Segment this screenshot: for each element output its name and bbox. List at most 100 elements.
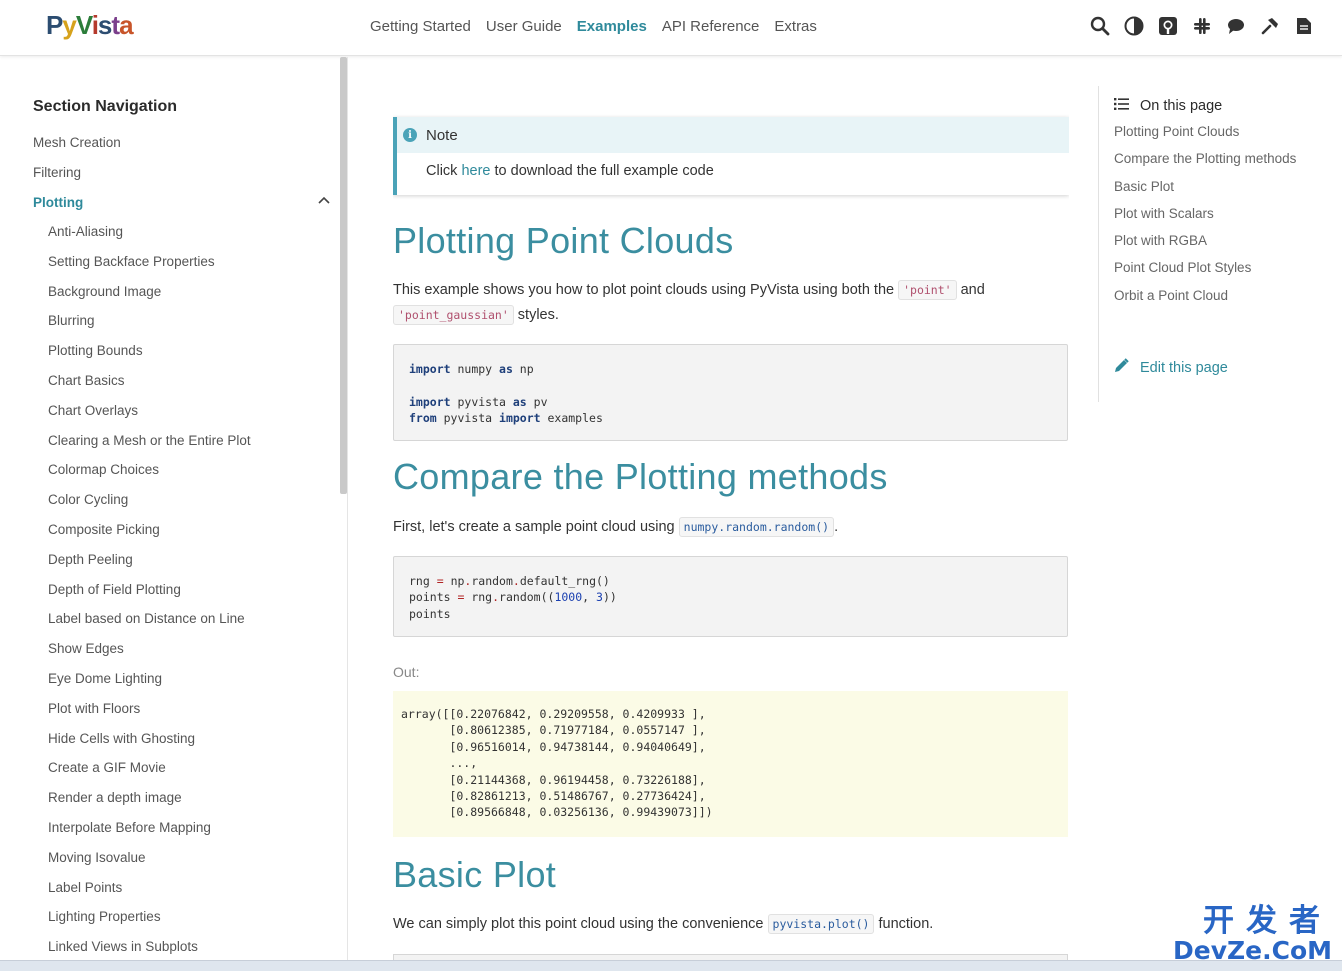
section-navigation: Section Navigation Mesh Creation Filteri…	[0, 57, 348, 971]
edit-this-page-link[interactable]: Edit this page	[1114, 358, 1228, 377]
code-text: ,	[582, 590, 596, 605]
output-line: [0.80612385, 0.71977184, 0.0557147 ],	[401, 723, 706, 738]
output-label: Out:	[393, 664, 420, 680]
nav-examples[interactable]: Examples	[577, 18, 647, 35]
toc-item-orbit-point-cloud[interactable]: Orbit a Point Cloud	[1114, 288, 1296, 315]
sidebar-scrollbar[interactable]	[340, 57, 347, 494]
heading-plotting-point-clouds: Plotting Point Clouds	[393, 220, 734, 261]
os-taskbar	[0, 960, 1342, 971]
sidebar-subitem[interactable]: Eye Dome Lighting	[48, 671, 333, 701]
logo-letter: s	[97, 10, 113, 40]
list-icon	[1114, 98, 1129, 114]
nav-user-guide[interactable]: User Guide	[486, 18, 562, 35]
sidebar-subitem[interactable]: Setting Backface Properties	[48, 254, 333, 284]
note-text-before: Click	[426, 163, 462, 179]
theme-toggle-icon[interactable]	[1124, 15, 1144, 37]
toc-item-point-cloud-plot-styles[interactable]: Point Cloud Plot Styles	[1114, 260, 1296, 287]
code-text: random	[471, 574, 513, 588]
output-line: ...,	[401, 756, 478, 771]
discussions-icon[interactable]	[1226, 15, 1246, 37]
intro-text: This example shows you how to plot point…	[393, 282, 899, 298]
header-icons	[1090, 15, 1314, 37]
note-body: Click here to download the full example …	[397, 153, 1069, 179]
intro-paragraph: This example shows you how to plot point…	[393, 278, 1069, 328]
sidebar-subitem[interactable]: Composite Picking	[48, 522, 333, 552]
code-text: numpy	[450, 362, 500, 376]
basic-text: We can simply plot this point cloud usin…	[393, 916, 768, 932]
section-nav-list: Mesh Creation Filtering Plotting	[33, 134, 333, 224]
sidebar-subitem[interactable]: Clearing a Mesh or the Entire Plot	[48, 433, 333, 463]
chevron-up-icon[interactable]	[318, 194, 330, 211]
sidebar-subitem[interactable]: Hide Cells with Ghosting	[48, 731, 333, 761]
toc-item-compare-plotting-methods[interactable]: Compare the Plotting methods	[1114, 151, 1296, 178]
sidebar-subitem[interactable]: Show Edges	[48, 641, 333, 671]
code-text: pv	[526, 394, 548, 409]
slack-icon[interactable]	[1192, 15, 1212, 37]
sidebar-subitem[interactable]: Interpolate Before Mapping	[48, 820, 333, 850]
heading-basic-plot: Basic Plot	[393, 854, 557, 895]
search-icon[interactable]	[1090, 15, 1110, 37]
sidebar-subitem[interactable]: Color Cycling	[48, 492, 333, 522]
sidebar-subitem[interactable]: Plot with Floors	[48, 701, 333, 731]
sidebar-subitem[interactable]: Depth of Field Plotting	[48, 582, 333, 612]
pyvista-logo[interactable]: PyVista	[46, 10, 134, 41]
nav-getting-started[interactable]: Getting Started	[370, 18, 471, 35]
section-navigation-title: Section Navigation	[33, 98, 178, 115]
logo-letter: a	[119, 10, 134, 40]
sidebar-subitem[interactable]: Plotting Bounds	[48, 343, 333, 373]
compare-paragraph: First, let's create a sample point cloud…	[393, 515, 1069, 540]
code-text: random((	[499, 590, 555, 605]
toc-item-plot-with-scalars[interactable]: Plot with Scalars	[1114, 206, 1296, 233]
inline-code-numpy-random[interactable]: numpy.random.random()	[678, 517, 835, 537]
sidebar-subitem[interactable]: Moving Isovalue	[48, 850, 333, 880]
code-block-imports[interactable]: import numpy as np import pyvista as pv …	[393, 344, 1068, 441]
plotting-subnav: Anti-Aliasing Setting Backface Propertie…	[48, 224, 333, 969]
wrench-icon[interactable]	[1260, 15, 1280, 37]
sidebar-subitem[interactable]: Chart Overlays	[48, 403, 333, 433]
code-text: examples	[540, 411, 603, 426]
code-block-random-points[interactable]: rng = np.random.default_rng() points = r…	[393, 556, 1068, 637]
inline-code-pyvista-plot[interactable]: pyvista.plot()	[767, 914, 875, 934]
toc-item-basic-plot[interactable]: Basic Plot	[1114, 179, 1296, 206]
code-text: rng	[464, 590, 493, 605]
output-line: [0.82861213, 0.51486767, 0.27736424],	[401, 789, 706, 804]
sidebar-item-filtering[interactable]: Filtering	[33, 164, 333, 194]
sidebar-subitem[interactable]: Render a depth image	[48, 790, 333, 820]
sidebar-subitem[interactable]: Lighting Properties	[48, 909, 333, 939]
code-text: rng	[409, 574, 437, 588]
sidebar-subitem[interactable]: Create a GIF Movie	[48, 760, 333, 790]
document-icon[interactable]	[1294, 15, 1314, 37]
code-keyword: import	[409, 394, 451, 409]
pencil-icon	[1114, 358, 1129, 377]
note-title: Note	[426, 126, 458, 144]
code-text: pyvista	[450, 394, 513, 409]
toc-item-plotting-point-clouds[interactable]: Plotting Point Clouds	[1114, 124, 1296, 151]
output-block[interactable]: array([[0.22076842, 0.29209558, 0.420993…	[393, 691, 1068, 837]
github-icon[interactable]	[1158, 15, 1178, 37]
sidebar-subitem[interactable]: Blurring	[48, 313, 333, 343]
nav-extras[interactable]: Extras	[774, 18, 817, 35]
code-operator: .	[512, 574, 520, 588]
sidebar-subitem[interactable]: Label Points	[48, 880, 333, 910]
download-link[interactable]: here	[461, 163, 490, 179]
code-keyword: from	[409, 411, 437, 426]
watermark-chinese: 开发者	[1203, 903, 1332, 939]
output-line: array([[0.22076842, 0.29209558, 0.420993…	[401, 707, 706, 721]
code-number: 3	[596, 590, 603, 605]
sidebar-subitem[interactable]: Colormap Choices	[48, 462, 333, 492]
sidebar-subitem[interactable]: Chart Basics	[48, 373, 333, 403]
heading-compare-plotting-methods: Compare the Plotting methods	[393, 456, 888, 497]
output-line: [0.96516014, 0.94738144, 0.94040649],	[401, 739, 706, 754]
nav-api-reference[interactable]: API Reference	[662, 18, 760, 35]
sidebar-item-plotting[interactable]: Plotting	[33, 194, 333, 224]
code-number: 1000	[554, 590, 583, 605]
sidebar-subitem[interactable]: Depth Peeling	[48, 552, 333, 582]
code-operator: .	[492, 590, 500, 605]
logo-letter: P	[46, 10, 63, 40]
toc-item-plot-with-rgba[interactable]: Plot with RGBA	[1114, 233, 1296, 260]
note-text-after: to download the full example code	[490, 163, 714, 179]
sidebar-subitem[interactable]: Label based on Distance on Line	[48, 611, 333, 641]
sidebar-subitem[interactable]: Anti-Aliasing	[48, 224, 333, 254]
sidebar-item-mesh-creation[interactable]: Mesh Creation	[33, 134, 333, 164]
sidebar-subitem[interactable]: Background Image	[48, 284, 333, 314]
